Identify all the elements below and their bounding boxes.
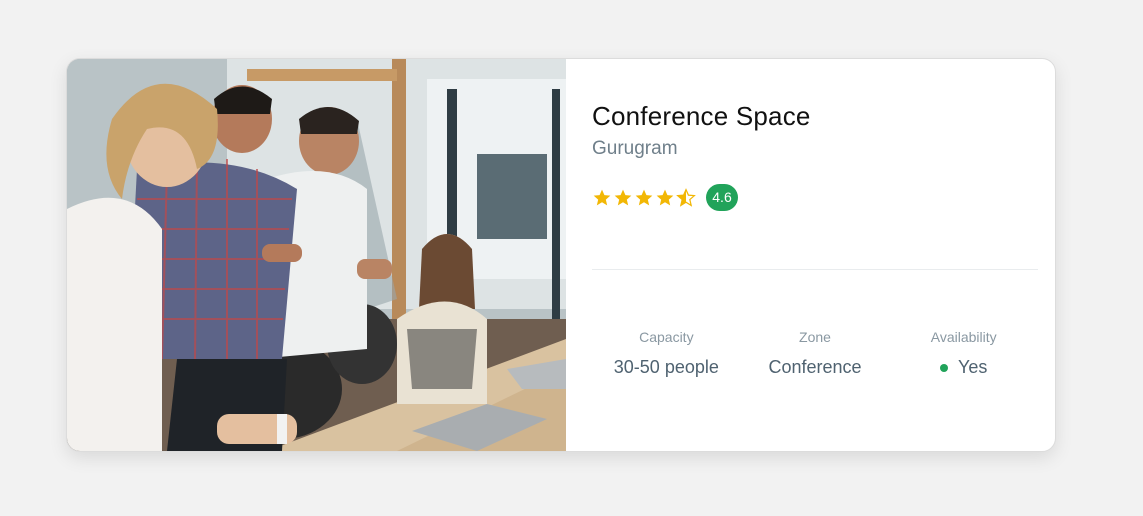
divider xyxy=(592,269,1038,270)
star-rating xyxy=(592,187,696,208)
stat-label: Availability xyxy=(930,329,997,345)
space-photo xyxy=(67,59,566,451)
star-full-icon xyxy=(593,189,611,205)
star-full-icon xyxy=(635,189,653,205)
rating-row: 4.6 xyxy=(592,184,738,211)
rating-badge: 4.6 xyxy=(706,184,738,211)
space-card[interactable]: Conference Space Gurugram 4.6 Capacity 3… xyxy=(66,58,1056,452)
stat-label: Zone xyxy=(799,329,831,345)
star-half-icon xyxy=(676,187,696,207)
space-location: Gurugram xyxy=(592,138,678,159)
stat-value: 30-50 people xyxy=(613,357,719,377)
stat-value: Conference xyxy=(768,357,862,377)
star-full-icon xyxy=(614,189,632,205)
stat-zone: Zone Conference xyxy=(741,329,890,378)
stat-availability: Availability Yes xyxy=(889,329,1038,378)
space-title: Conference Space xyxy=(592,101,811,131)
availability-dot-icon xyxy=(939,363,948,372)
stats-row: Capacity 30-50 people Zone Conference Av… xyxy=(592,329,1038,378)
stat-value-wrapper: Yes xyxy=(939,357,988,378)
star-full-icon xyxy=(656,189,674,205)
stat-value: Yes xyxy=(957,357,988,377)
space-info: Conference Space Gurugram 4.6 Capacity 3… xyxy=(566,59,1055,451)
stat-capacity: Capacity 30-50 people xyxy=(592,329,741,378)
stat-label: Capacity xyxy=(639,329,694,345)
